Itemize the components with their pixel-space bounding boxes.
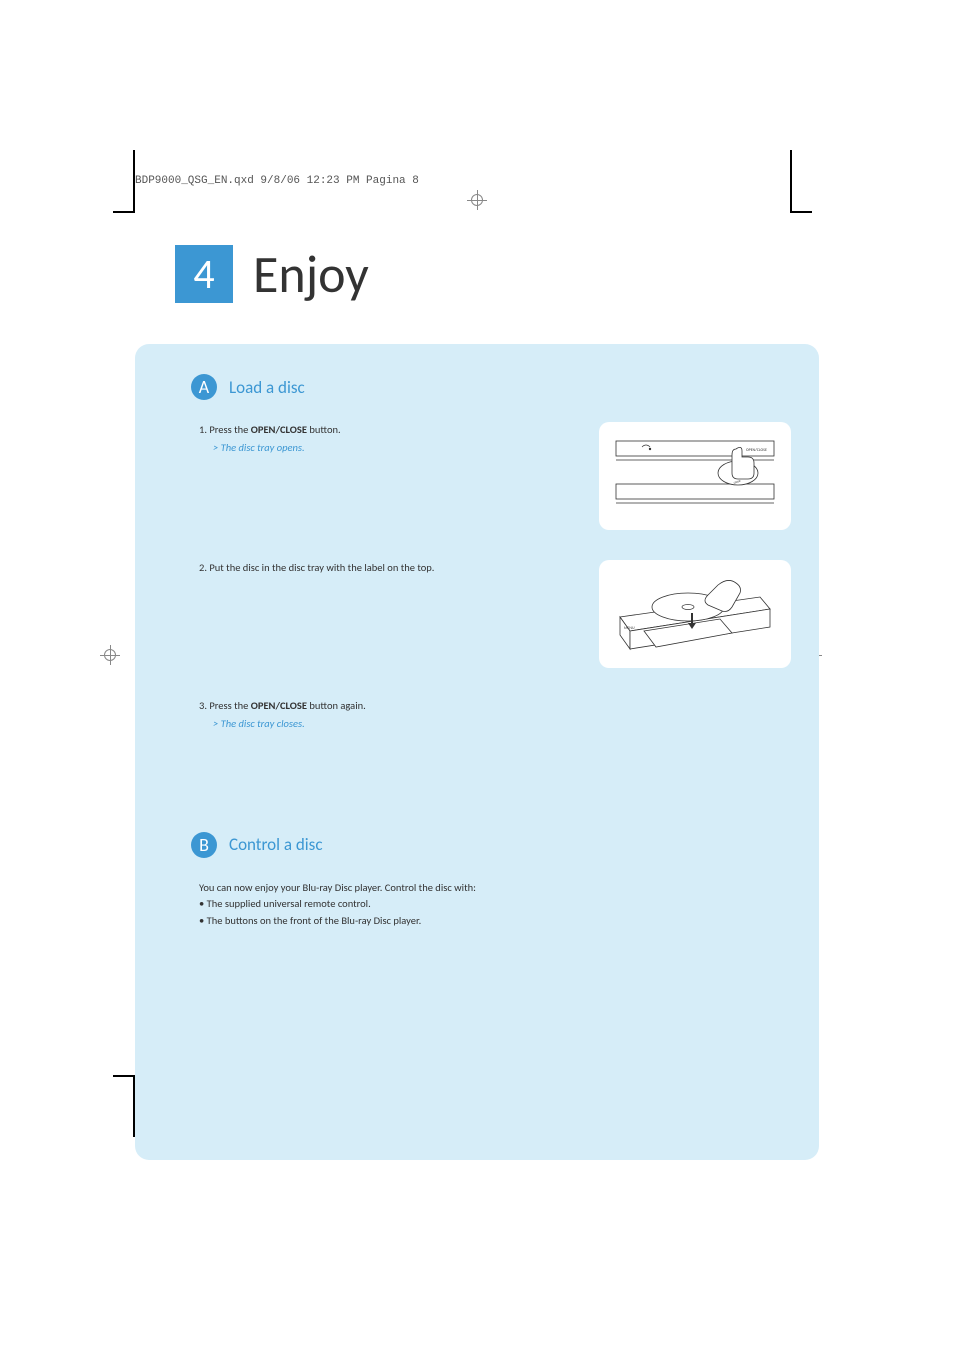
list-item: The supplied universal remote control. bbox=[199, 896, 791, 913]
list-item: The buttons on the front of the Blu-ray … bbox=[199, 913, 791, 930]
section-b-title: Control a disc bbox=[229, 834, 323, 855]
svg-text:MENU: MENU bbox=[624, 626, 635, 631]
content-panel: A Load a disc 1. Press the OPEN/CLOSE bu… bbox=[135, 344, 819, 1160]
section-b-badge: B bbox=[191, 832, 217, 858]
step-2-text: 2. Put the disc in the disc tray with th… bbox=[199, 560, 519, 668]
page-content: BDP9000_QSG_EN.qxd 9/8/06 12:23 PM Pagin… bbox=[135, 175, 819, 1160]
section-b-heading: B Control a disc bbox=[191, 832, 791, 858]
document-header: BDP9000_QSG_EN.qxd 9/8/06 12:23 PM Pagin… bbox=[135, 175, 819, 187]
svg-text:OPEN/CLOSE: OPEN/CLOSE bbox=[746, 448, 767, 453]
step-3-text: 3. Press the OPEN/CLOSE button again. > … bbox=[199, 698, 791, 732]
step-1-text: 1. Press the OPEN/CLOSE button. > The di… bbox=[199, 422, 519, 530]
section-a-badge: A bbox=[191, 374, 217, 400]
section-b-intro: You can now enjoy your Blu-ray Disc play… bbox=[199, 880, 791, 897]
section-a-title: Load a disc bbox=[229, 377, 305, 398]
step-3-result: > The disc tray closes. bbox=[213, 716, 791, 732]
trim-mark bbox=[113, 211, 135, 213]
illustration-open-close: OPEN/CLOSE close bbox=[599, 422, 791, 530]
section-b-body: You can now enjoy your Blu-ray Disc play… bbox=[199, 880, 791, 930]
chapter-title: Enjoy bbox=[253, 242, 369, 306]
chapter-heading: 4 Enjoy bbox=[175, 242, 819, 306]
trim-mark bbox=[113, 1075, 135, 1077]
chapter-number-badge: 4 bbox=[175, 245, 233, 303]
illustration-insert-disc: MENU bbox=[599, 560, 791, 668]
section-a-heading: A Load a disc bbox=[191, 374, 791, 400]
registration-mark-left bbox=[100, 645, 120, 665]
step-1-result: > The disc tray opens. bbox=[213, 440, 519, 456]
